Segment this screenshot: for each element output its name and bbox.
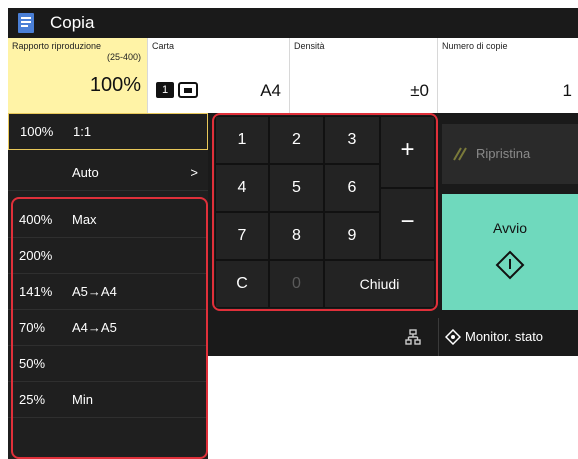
ratio-item-pct: 25% xyxy=(19,392,46,407)
ratio-list: 100% 1:1 Auto > 400% Max 200% 141% A5→A4… xyxy=(8,113,208,459)
ratio-item-70[interactable]: 70% A4→A5 xyxy=(8,310,208,346)
key-9[interactable]: 9 xyxy=(324,212,380,260)
ratio-item-name: A5→A4 xyxy=(72,284,117,299)
key-2[interactable]: 2 xyxy=(269,116,324,164)
ratio-item-name: A4→A5 xyxy=(72,320,117,335)
ratio-item-100[interactable]: 100% 1:1 xyxy=(8,113,208,150)
start-icon xyxy=(495,250,525,280)
key-7[interactable]: 7 xyxy=(215,212,269,260)
start-button[interactable]: Avvio xyxy=(442,194,578,310)
minus-button[interactable]: − xyxy=(380,188,435,260)
density-label: Densità xyxy=(294,41,325,51)
ratio-item-name: 1:1 xyxy=(73,124,92,139)
paper-value: A4 xyxy=(260,81,281,100)
copies-setting[interactable]: Numero di copie 1 xyxy=(438,38,578,113)
key-1[interactable]: 1 xyxy=(215,116,269,164)
reset-label: Ripristina xyxy=(476,146,531,161)
tray-icon: 1 xyxy=(156,82,174,98)
key-3[interactable]: 3 xyxy=(324,116,380,164)
ratio-item-pct: 200% xyxy=(19,248,53,263)
ratio-item-25[interactable]: 25% Min xyxy=(8,382,208,418)
paper-label: Carta xyxy=(152,41,175,51)
ratio-item-400[interactable]: 400% Max xyxy=(8,202,208,238)
page-title: Copia xyxy=(50,13,95,32)
ratio-setting[interactable]: Rapporto riproduzione (25-400) 100% xyxy=(8,38,148,113)
ratio-item-name: Max xyxy=(72,212,97,227)
ratio-item-141[interactable]: 141% A5→A4 xyxy=(8,274,208,310)
key-0: 0 xyxy=(269,260,324,308)
copies-value: 1 xyxy=(562,81,572,100)
density-value: ±0 xyxy=(410,81,429,100)
ratio-item-pct: 400% xyxy=(19,212,53,227)
network-icon xyxy=(405,329,421,345)
key-5[interactable]: 5 xyxy=(269,164,324,212)
ratio-item-pct: 50% xyxy=(19,356,46,371)
ratio-item-pct: 100% xyxy=(20,124,54,139)
ratio-range: (25-400) xyxy=(106,52,141,62)
title-bar: Copia xyxy=(8,8,578,38)
ratio-item-auto[interactable]: Auto > xyxy=(8,155,208,191)
key-6[interactable]: 6 xyxy=(324,164,380,212)
reset-button[interactable]: Ripristina xyxy=(442,124,578,184)
copies-label: Numero di copie xyxy=(442,41,508,51)
monitor-status-label: Monitor. stato xyxy=(465,329,544,344)
close-keypad-button[interactable]: Chiudi xyxy=(324,260,435,308)
ratio-item-pct: 141% xyxy=(19,284,53,299)
monitor-status-button[interactable]: Monitor. stato xyxy=(438,318,578,356)
ratio-value: 100% xyxy=(89,74,141,96)
key-4[interactable]: 4 xyxy=(215,164,269,212)
paper-setting[interactable]: Carta 1 A4 xyxy=(148,38,290,113)
ratio-label: Rapporto riproduzione xyxy=(12,41,102,51)
chevron-right-icon: > xyxy=(190,165,198,180)
start-label: Avvio xyxy=(493,220,527,236)
density-setting[interactable]: Densità ±0 xyxy=(290,38,438,113)
ratio-item-200[interactable]: 200% xyxy=(8,238,208,274)
status-monitor-icon xyxy=(445,329,461,345)
ratio-item-50[interactable]: 50% xyxy=(8,346,208,382)
key-8[interactable]: 8 xyxy=(269,212,324,260)
ratio-item-name: Auto xyxy=(72,165,99,180)
ratio-item-name: Min xyxy=(72,392,93,407)
copy-icon xyxy=(18,13,34,33)
paper-drawer-icon xyxy=(178,82,198,98)
reset-icon xyxy=(453,147,467,161)
clear-button[interactable]: C xyxy=(215,260,269,308)
ratio-item-pct: 70% xyxy=(19,320,46,335)
plus-button[interactable]: + xyxy=(380,116,435,188)
